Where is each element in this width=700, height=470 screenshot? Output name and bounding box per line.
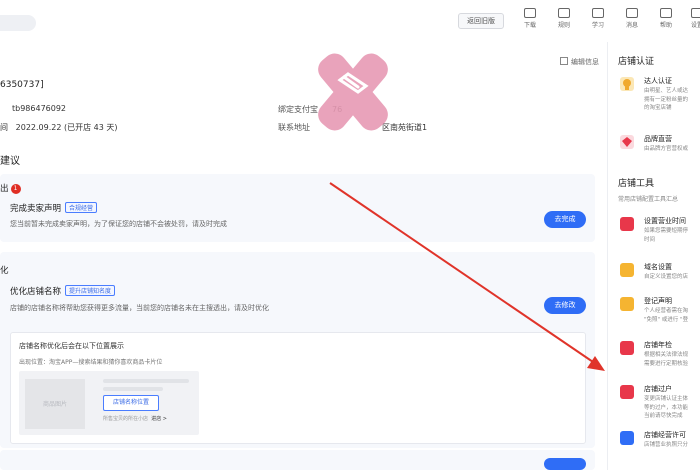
- return-old-version-button[interactable]: 返回旧版: [458, 13, 504, 29]
- account-name: tb986476092: [12, 104, 67, 113]
- nav-rules[interactable]: 规则: [551, 8, 577, 29]
- task-desc: 店铺的店铺名称将帮助您获得更多流量，当前您的店铺名未在主搜透出，请及时优化: [10, 304, 269, 312]
- settings-icon: [691, 8, 700, 18]
- calendar-icon: [620, 217, 634, 231]
- count-badge: 1: [10, 184, 21, 194]
- task-tag: 提升店铺知名度: [65, 285, 116, 296]
- nav-learn[interactable]: 学习: [585, 8, 611, 29]
- suggestion-card-partial: [0, 450, 595, 470]
- document-icon: [620, 297, 634, 311]
- task-desc: 您当前暂未完成卖家声明，为了保证您的店铺不会被处罚，请及时完成: [10, 220, 227, 228]
- nav-download[interactable]: 下载: [517, 8, 543, 29]
- suggestion-card-optimize: 化 优化店铺名称 提升店铺知名度 店铺的店铺名称将帮助您获得更多流量，当前您的店铺…: [0, 252, 595, 448]
- learn-icon: [592, 8, 604, 18]
- group-title: 出1: [0, 182, 21, 194]
- search-box[interactable]: [0, 15, 36, 31]
- license-icon: [620, 431, 634, 445]
- rules-icon: [558, 8, 570, 18]
- edit-info-link[interactable]: 编辑信息: [560, 57, 599, 67]
- nav-messages[interactable]: 消息: [619, 8, 645, 29]
- cert-section-title: 店铺认证: [618, 57, 655, 67]
- next-action-button[interactable]: [544, 458, 586, 470]
- preview-location: 出现位置：淘宝APP—搜索结果和猜你喜欢商品卡片位: [19, 359, 163, 366]
- download-icon: [524, 8, 536, 18]
- task-tag: 合规经营: [65, 202, 98, 213]
- help-icon: [660, 8, 672, 18]
- card-icon: [620, 263, 634, 277]
- medal-icon: [620, 77, 634, 91]
- placeholder-bar: [103, 379, 189, 383]
- search-result-mockup: 商品图片 店铺名称位置 所售宝贝的所在小店 进店 >: [19, 371, 199, 435]
- product-thumbnail: 商品图片: [25, 379, 85, 429]
- nav-settings[interactable]: 设置: [684, 8, 700, 29]
- open-date: 间 2022.09.22 (已开店 43 天): [0, 123, 118, 132]
- task-title: 优化店铺名称 提升店铺知名度: [10, 285, 116, 297]
- group-title: 化: [0, 266, 9, 276]
- shop-id: 6350737]: [0, 80, 44, 90]
- message-icon: [626, 8, 638, 18]
- watermark-logo: [318, 53, 388, 131]
- top-bar: 返回旧版 下载 规则 学习 消息 帮助 设置: [0, 0, 700, 43]
- task-title: 完成卖家声明 合规经营: [10, 202, 98, 214]
- right-panel: 店铺认证 达人认证 由明星、艺人或达 拥有一定粉丝量的 的淘宝店铺 品牌直营 由品牌…: [607, 42, 700, 470]
- transfer-icon: [620, 385, 634, 399]
- tools-section-title: 店铺工具: [618, 179, 655, 189]
- complete-button[interactable]: 去完成: [544, 211, 586, 228]
- diamond-icon: [620, 135, 634, 149]
- placeholder-bar: [103, 387, 163, 391]
- pencil-icon: [560, 57, 568, 65]
- suggestion-card-compliance: 出1 完成卖家声明 合规经营 您当前暂未完成卖家声明，为了保证您的店铺不会被处罚，…: [0, 174, 595, 242]
- mockup-footer: 所售宝贝的所在小店 进店 >: [103, 416, 167, 422]
- shield-icon: [620, 341, 634, 355]
- section-title: 建议: [0, 156, 20, 167]
- preview-title: 店铺名称优化后会在以下位置展示: [19, 342, 124, 350]
- preview-panel: 店铺名称优化后会在以下位置展示 出现位置：淘宝APP—搜索结果和猜你喜欢商品卡片…: [10, 332, 586, 444]
- shop-name-position: 店铺名称位置: [103, 395, 159, 411]
- nav-help[interactable]: 帮助: [653, 8, 679, 29]
- modify-button[interactable]: 去修改: [544, 297, 586, 314]
- main-panel: 编辑信息 6350737] tb986476092 间 2022.09.22 (…: [0, 42, 607, 470]
- tools-subtitle: 常用店铺配置工具汇总: [618, 196, 679, 203]
